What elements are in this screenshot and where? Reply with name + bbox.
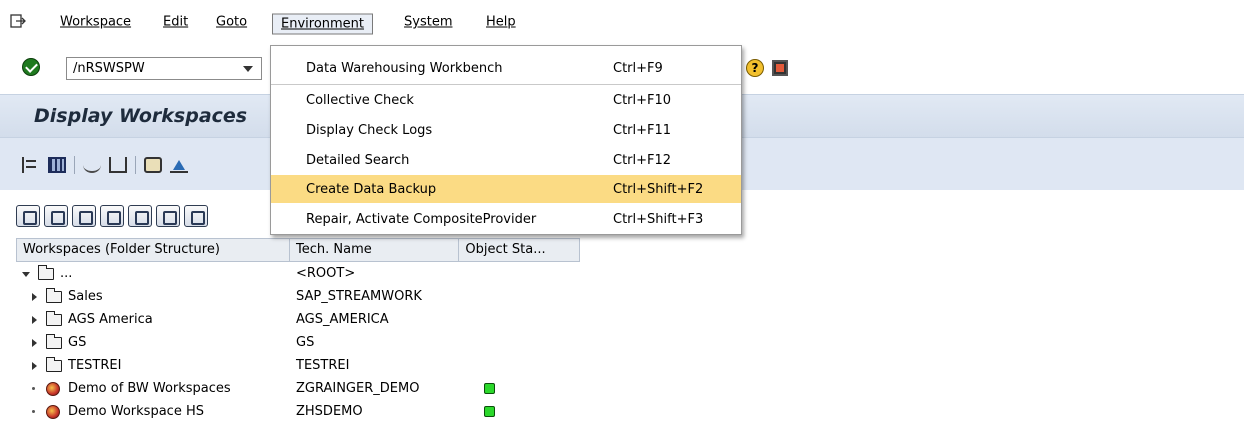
menu-workspace[interactable]: Workspace [60,15,131,30]
environment-dropdown-menu: Data Warehousing Workbench Ctrl+F9 Colle… [270,45,742,235]
status-active-icon [484,383,495,394]
hierarchy-icon[interactable] [109,157,127,173]
tree-row-label: TESTREI [68,358,122,373]
menu-item-shortcut: Ctrl+F12 [613,152,672,168]
menu-help[interactable]: Help [486,15,516,30]
tree-row-label: Demo of BW Workspaces [68,381,231,396]
menu-item-label: Data Warehousing Workbench [306,60,503,76]
tree-row-tech-name: ZHSDEMO [296,404,363,419]
tree-header: Workspaces (Folder Structure) Tech. Name… [16,238,580,262]
tree-row-sales[interactable]: Sales SAP_STREAMWORK [16,285,580,308]
menu-item-label: Display Check Logs [306,122,433,138]
folder-icon [46,288,62,303]
workspace-tree: Workspaces (Folder Structure) Tech. Name… [16,238,580,423]
workspace-icon [46,382,60,396]
folder-icon [46,357,62,372]
folder-icon [46,311,62,326]
collapse-all-button[interactable] [72,205,96,227]
column-header-tech-name[interactable]: Tech. Name [290,239,460,261]
expand-all-button[interactable] [44,205,68,227]
toolbar-separator [74,156,75,174]
column-settings-button[interactable] [156,205,180,227]
column-header-object-status[interactable]: Object Sta... [459,239,579,261]
folder-icon [38,265,54,280]
expand-node-icon[interactable] [32,339,37,347]
menu-item-repair-activate-compositeprovider[interactable]: Repair, Activate CompositeProvider Ctrl+… [271,205,741,233]
menu-separator [271,84,741,85]
menu-item-collective-check[interactable]: Collective Check Ctrl+F10 [271,86,741,114]
toolbar-separator [135,156,136,174]
tree-row-testrei[interactable]: TESTREI TESTREI [16,354,580,377]
menu-item-label: Repair, Activate CompositeProvider [306,211,537,227]
tree-row-tech-name: <ROOT> [296,266,356,281]
command-history-dropdown-icon[interactable] [243,66,253,72]
tree-structure-icon[interactable] [22,157,40,173]
tree-row-label: Demo Workspace HS [68,404,204,419]
menu-item-create-data-backup[interactable]: Create Data Backup Ctrl+Shift+F2 [271,175,741,203]
hierarchy-settings-button[interactable] [184,205,208,227]
folder-icon [46,334,62,349]
menu-item-detailed-search[interactable]: Detailed Search Ctrl+F12 [271,146,741,174]
workspace-icon [46,405,60,419]
tree-row-gs[interactable]: GS GS [16,331,580,354]
table-view-icon[interactable] [48,157,66,173]
tree-row-label: ... [60,266,73,281]
tree-row-demo-bw-workspaces[interactable]: Demo of BW Workspaces ZGRAINGER_DEMO [16,377,580,400]
tree-row-root[interactable]: ... <ROOT> [16,262,580,285]
tree-row-tech-name: AGS_AMERICA [296,312,389,327]
menu-item-shortcut: Ctrl+Shift+F3 [613,211,704,227]
page-title: Display Workspaces [34,105,248,127]
command-field[interactable]: /nRSWSPW [66,57,262,80]
leaf-bullet-icon [32,387,35,390]
menu-item-shortcut: Ctrl+F11 [613,122,672,138]
expand-node-icon[interactable] [32,362,37,370]
tree-toolbar [16,205,208,227]
expand-node-icon[interactable] [32,316,37,324]
menu-item-shortcut: Ctrl+Shift+F2 [613,181,704,197]
menu-system[interactable]: System [404,15,452,30]
status-active-icon [484,406,495,417]
menu-item-data-warehousing-workbench[interactable]: Data Warehousing Workbench Ctrl+F9 [271,54,741,82]
menu-item-shortcut: Ctrl+F9 [613,60,663,76]
tree-row-tech-name: ZGRAINGER_DEMO [296,381,420,396]
tree-row-tech-name: SAP_STREAMWORK [296,289,422,304]
customize-layout-icon[interactable] [772,60,788,76]
collapse-node-icon[interactable] [22,272,30,277]
help-icon[interactable]: ? [746,59,764,77]
tree-row-label: Sales [68,289,103,304]
landscape-icon[interactable] [170,157,188,173]
tree-row-tech-name: TESTREI [296,358,350,373]
menu-environment[interactable]: Environment [272,13,374,35]
menu-bar: Workspace Edit Goto Environment System H… [0,0,1244,44]
menu-item-display-check-logs[interactable]: Display Check Logs Ctrl+F11 [271,116,741,144]
menu-goto[interactable]: Goto [216,15,247,30]
tree-row-demo-workspace-hs[interactable]: Demo Workspace HS ZHSDEMO [16,400,580,423]
find-next-button[interactable] [128,205,152,227]
find-button[interactable] [100,205,124,227]
command-field-value: /nRSWSPW [73,61,145,76]
display-glasses-icon[interactable] [83,157,101,173]
menu-item-label: Create Data Backup [306,181,437,197]
tree-row-tech-name: GS [296,335,315,350]
tree-row-label: AGS America [68,312,153,327]
log-scroll-icon[interactable] [144,157,162,173]
enter-checkmark-icon[interactable] [22,58,40,76]
menu-item-shortcut: Ctrl+F10 [613,92,672,108]
tree-row-ags-america[interactable]: AGS America AGS_AMERICA [16,308,580,331]
tree-row-label: GS [68,335,87,350]
menu-edit[interactable]: Edit [163,15,188,30]
menu-item-label: Detailed Search [306,152,410,168]
expand-node-icon[interactable] [32,293,37,301]
menu-item-label: Collective Check [306,92,414,108]
refresh-button[interactable] [16,205,40,227]
leaf-bullet-icon [32,410,35,413]
column-header-workspaces[interactable]: Workspaces (Folder Structure) [17,239,291,261]
exit-menu-icon[interactable] [10,14,26,28]
